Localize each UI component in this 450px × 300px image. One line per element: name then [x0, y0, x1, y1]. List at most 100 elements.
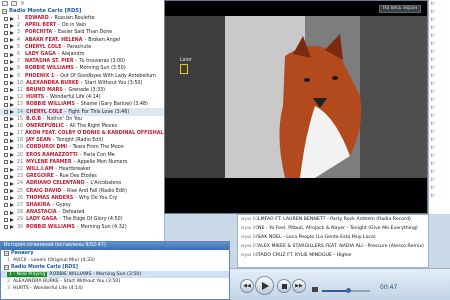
play-icon[interactable]: [10, 117, 14, 122]
radio-row[interactable]: мую 06 SAK NOEL - Loca People (La Gente E…: [238, 233, 428, 242]
play-icon[interactable]: [10, 102, 14, 107]
side-row[interactable]: Ir: [429, 32, 450, 40]
playlist-row[interactable]: 10 ALEXANDRA BURKE - Start Without You (3:5…: [0, 80, 164, 87]
row-checkbox[interactable]: [4, 74, 8, 79]
play-icon[interactable]: [10, 131, 14, 136]
radio-row[interactable]: мую 05 NE - Yo Feel, Pitbull, Afrojack & …: [238, 224, 428, 233]
playlist-row[interactable]: 8 ROBBIE WILLIAMS - Morning Sun (3:50): [0, 65, 164, 72]
side-row[interactable]: Ir: [429, 104, 450, 112]
toolbar-close-icon[interactable]: ×: [20, 0, 25, 7]
row-checkbox[interactable]: [4, 225, 8, 230]
playlist-row[interactable]: 11 BRUNO MARS - Grenade (3:33): [0, 87, 164, 94]
play-icon[interactable]: [10, 16, 14, 21]
radio-row[interactable]: мую 07 ALEX MIKEE & STARGILLERS FEAT. NAD…: [238, 242, 428, 251]
play-icon[interactable]: [10, 66, 14, 71]
playlist-row[interactable]: 17 AKON FEAT. COLBY O'DONIS & KARDINAL OF…: [0, 130, 164, 137]
row-checkbox[interactable]: [4, 30, 8, 35]
row-checkbox[interactable]: [4, 38, 8, 43]
side-row[interactable]: Ir: [429, 112, 450, 120]
playlist-row[interactable]: 19 CORDUROI DMI - Tears From The Moon: [0, 144, 164, 151]
row-checkbox[interactable]: [4, 160, 8, 165]
playlist-row[interactable]: 30 ROBBIE WILLIAMS - Morning Sun (4:32): [0, 223, 164, 230]
radio-row[interactable]: мую 08 TADO CRUZ FT. KYLIE MINOGUE - High…: [238, 251, 428, 260]
row-checkbox[interactable]: [4, 167, 8, 172]
playlist-row[interactable]: 26 THOMAS ANDERS - Why Do You Cry: [0, 195, 164, 202]
row-checkbox[interactable]: [4, 189, 8, 194]
collapse-icon[interactable]: −: [4, 251, 9, 256]
play-icon[interactable]: [10, 74, 14, 79]
playlist-row[interactable]: 27 SHAKIRA - Gypsy: [0, 202, 164, 209]
side-row[interactable]: Ir: [429, 8, 450, 16]
playlist-row[interactable]: 14 CHERYL COLE - Fight For This Love (3:46): [0, 108, 164, 116]
play-icon[interactable]: [10, 88, 14, 93]
row-checkbox[interactable]: [4, 59, 8, 64]
playlist-row[interactable]: 4 ABAKR FEAT. HELENA - Broken Angel: [0, 37, 164, 44]
row-checkbox[interactable]: [4, 52, 8, 57]
play-icon[interactable]: [10, 210, 14, 215]
side-row[interactable]: Ir: [429, 72, 450, 80]
side-row[interactable]: Ir: [429, 96, 450, 104]
side-row[interactable]: Ir: [429, 160, 450, 168]
playlist-row[interactable]: 3 PORCHITA - Easier Said Than Done: [0, 29, 164, 36]
side-row[interactable]: Ir: [429, 152, 450, 160]
playlist-row[interactable]: 28 ANASTACIA - Defeated: [0, 209, 164, 216]
play-icon[interactable]: [10, 167, 14, 172]
side-row[interactable]: Ir: [429, 80, 450, 88]
play-icon[interactable]: [10, 217, 14, 222]
playlist-row[interactable]: 18 JAY SEAN - Tonight (Radio Edit): [0, 137, 164, 144]
play-icon[interactable]: [10, 138, 14, 143]
row-checkbox[interactable]: [4, 217, 8, 222]
collapse-icon[interactable]: −: [4, 265, 9, 270]
side-row[interactable]: Ir: [429, 64, 450, 72]
playlist-row[interactable]: 21 MYLENE FARMER - Appelle Mon Numero: [0, 159, 164, 166]
video-frame[interactable]: Lalor: [165, 16, 427, 178]
playlist-row[interactable]: 13 ROBBIE WILLIAMS - Shame (Gary Barlow) (3…: [0, 101, 164, 108]
playlist-row[interactable]: 22 WILL.I.AM - Heartbreaker: [0, 166, 164, 173]
playlist-row[interactable]: 15 B.O.B - Nothin' On You: [0, 116, 164, 123]
side-row[interactable]: Ir: [429, 144, 450, 152]
play-icon[interactable]: [10, 38, 14, 43]
playlist-row[interactable]: 20 EROS RAMAZZOTTI - Parla Con Me: [0, 152, 164, 159]
play-icon[interactable]: [10, 181, 14, 186]
fullscreen-button[interactable]: На весь экран: [379, 5, 421, 13]
play-icon[interactable]: [10, 45, 14, 50]
play-icon[interactable]: [10, 160, 14, 165]
side-row[interactable]: Ir: [429, 168, 450, 176]
playlist-row[interactable]: 24 ADRIANO CELENTANO - L'Arcobaleno: [0, 180, 164, 187]
play-icon[interactable]: [10, 30, 14, 35]
row-checkbox[interactable]: [4, 138, 8, 143]
side-row[interactable]: Ir: [429, 184, 450, 192]
row-checkbox[interactable]: [4, 124, 8, 129]
row-checkbox[interactable]: [4, 81, 8, 86]
play-button[interactable]: [255, 276, 274, 295]
side-row[interactable]: Ir: [429, 0, 450, 8]
side-row[interactable]: Ir: [429, 128, 450, 136]
playlist-row[interactable]: 25 CRAIG DAVID - Rise And Fall (Radio Edit): [0, 188, 164, 195]
row-checkbox[interactable]: [4, 131, 8, 136]
side-row[interactable]: Ir: [429, 40, 450, 48]
volume-knob[interactable]: [345, 288, 351, 293]
playlist-row[interactable]: 23 GREGOIRE - Rue Des Etoiles: [0, 173, 164, 180]
row-checkbox[interactable]: [4, 45, 8, 50]
playlist-row[interactable]: 1 EDWARD - Russian Roulette: [0, 15, 164, 22]
row-checkbox[interactable]: [4, 110, 8, 115]
play-icon[interactable]: [10, 145, 14, 150]
playlist-row[interactable]: 6 LADY GAGA - Alejandro: [0, 51, 164, 58]
play-icon[interactable]: [10, 203, 14, 208]
play-icon[interactable]: [10, 23, 14, 28]
side-row[interactable]: Ir: [429, 16, 450, 24]
volume-slider[interactable]: [322, 288, 370, 293]
row-checkbox[interactable]: [4, 181, 8, 186]
play-icon[interactable]: [10, 189, 14, 194]
playlist-row[interactable]: 7 NATASHA ST. PIER - Tu trouveras (3:00): [0, 58, 164, 65]
row-checkbox[interactable]: [4, 102, 8, 107]
play-icon[interactable]: [10, 124, 14, 129]
toolbar-add-icon[interactable]: [11, 1, 17, 6]
play-icon[interactable]: [10, 110, 14, 115]
row-checkbox[interactable]: [4, 203, 8, 208]
stop-button[interactable]: [277, 279, 291, 293]
side-row[interactable]: Ir: [429, 176, 450, 184]
history-row[interactable]: 1 AVICII - Levels (Original Mix) (4:33): [1, 257, 229, 264]
history-row[interactable]: 3 HURTS - Wonderful Life (4:14): [1, 285, 229, 292]
play-icon[interactable]: [10, 81, 14, 86]
